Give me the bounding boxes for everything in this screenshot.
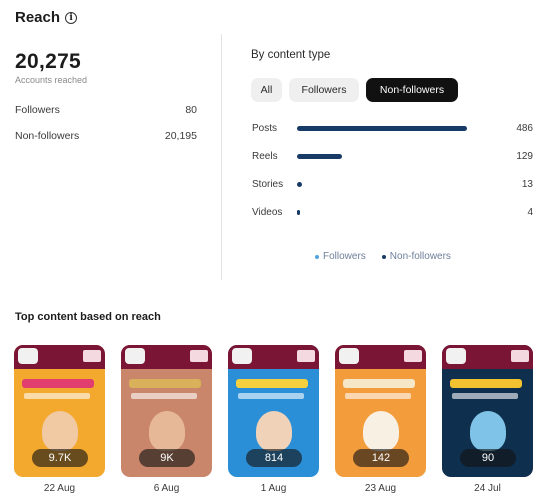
content-date: 22 Aug <box>43 483 76 494</box>
bar-fill-posts <box>297 126 467 131</box>
bar-row-posts: Posts 486 <box>251 122 533 150</box>
followers-row: Followers 80 <box>15 104 197 116</box>
brand-logo-icon <box>18 348 38 364</box>
partner-logo-icon <box>190 350 208 362</box>
thumb-person-image <box>470 411 506 451</box>
bar-label: Posts <box>252 123 278 134</box>
content-item[interactable]: 90 24 Jul <box>442 345 533 494</box>
content-type-panel: By content type All Followers Non-follow… <box>251 49 533 262</box>
reach-badge: 142 <box>353 449 409 467</box>
followers-value: 80 <box>185 104 197 116</box>
thumb-headline-block <box>343 379 415 388</box>
followers-label: Followers <box>15 104 60 116</box>
thumb-person-image <box>149 411 185 451</box>
partner-logo-icon <box>404 350 422 362</box>
top-content-title: Top content based on reach <box>15 311 161 323</box>
reach-badge: 814 <box>246 449 302 467</box>
thumb-text-block <box>238 393 304 399</box>
brand-logo-icon <box>125 348 145 364</box>
bar-label: Videos <box>252 207 283 218</box>
info-icon[interactable]: i <box>65 11 78 24</box>
content-item[interactable]: 814 1 Aug <box>228 345 319 494</box>
legend-followers: Followers <box>315 251 366 262</box>
thumb-person-image <box>363 411 399 451</box>
non-followers-value: 20,195 <box>164 130 197 142</box>
reach-badge: 9K <box>139 449 195 467</box>
thumb-headline-block <box>450 379 522 388</box>
bar-value: 486 <box>516 123 533 134</box>
content-item[interactable]: 142 23 Aug <box>335 345 426 494</box>
content-thumbnail[interactable]: 9.7K <box>14 345 105 477</box>
content-type-bars: Posts 486 Reels 129 Stories 13 Videos 4 <box>251 122 533 234</box>
filter-non-followers-chip[interactable]: Non-followers <box>366 78 458 102</box>
bar-track <box>297 154 467 159</box>
top-content-list: 9.7K 22 Aug 9K 6 Aug 814 1 Aug 142 23 Au… <box>14 345 533 494</box>
partner-logo-icon <box>83 350 101 362</box>
thumb-headline-block <box>22 379 94 388</box>
partner-logo-icon <box>511 350 529 362</box>
partner-logo-icon <box>297 350 315 362</box>
content-thumbnail[interactable]: 142 <box>335 345 426 477</box>
content-item[interactable]: 9K 6 Aug <box>121 345 212 494</box>
column-divider <box>221 34 222 280</box>
filter-all-chip[interactable]: All <box>251 78 282 102</box>
content-date: 24 Jul <box>474 483 501 494</box>
page-title: Reach <box>15 9 61 26</box>
bar-value: 13 <box>521 179 533 190</box>
thumb-headline-block <box>129 379 201 388</box>
content-date: 23 Aug <box>364 483 397 494</box>
content-date: 1 Aug <box>260 483 287 494</box>
non-followers-row: Non-followers 20,195 <box>15 130 197 142</box>
thumb-text-block <box>24 393 90 399</box>
bar-label: Stories <box>252 179 284 190</box>
legend-non-followers: Non-followers <box>381 251 451 262</box>
thumb-text-block <box>452 393 518 399</box>
bar-fill-videos <box>297 210 300 215</box>
reach-header: Reach i <box>15 9 78 26</box>
content-thumbnail[interactable]: 814 <box>228 345 319 477</box>
filter-chips: All Followers Non-followers <box>251 78 533 102</box>
total-accounts-reached: 20,275 <box>15 50 82 73</box>
legend-label: Non-followers <box>389 251 451 262</box>
total-label: Accounts reached <box>15 75 88 85</box>
brand-logo-icon <box>339 348 359 364</box>
reach-badge: 9.7K <box>32 449 88 467</box>
bar-value: 129 <box>516 151 533 162</box>
bar-fill-stories <box>297 182 302 187</box>
thumb-person-image <box>42 411 78 451</box>
filter-followers-chip[interactable]: Followers <box>289 78 359 102</box>
bar-fill-reels <box>297 154 343 159</box>
bar-track <box>297 126 467 131</box>
bar-row-reels: Reels 129 <box>251 150 533 178</box>
content-thumbnail[interactable]: 9K <box>121 345 212 477</box>
bar-track <box>297 210 467 215</box>
content-type-title: By content type <box>251 49 331 61</box>
bar-track <box>297 182 467 187</box>
bar-row-stories: Stories 13 <box>251 178 533 206</box>
thumb-headline-block <box>236 379 308 388</box>
content-item[interactable]: 9.7K 22 Aug <box>14 345 105 494</box>
bar-row-videos: Videos 4 <box>251 206 533 234</box>
content-thumbnail[interactable]: 90 <box>442 345 533 477</box>
bar-label: Reels <box>252 151 278 162</box>
legend-label: Followers <box>323 251 366 262</box>
bar-value: 4 <box>527 207 533 218</box>
reach-badge: 90 <box>460 449 516 467</box>
thumb-person-image <box>256 411 292 451</box>
content-date: 6 Aug <box>153 483 180 494</box>
brand-logo-icon <box>232 348 252 364</box>
thumb-text-block <box>131 393 197 399</box>
brand-logo-icon <box>446 348 466 364</box>
legend-dot <box>315 254 319 259</box>
non-followers-label: Non-followers <box>15 130 80 142</box>
thumb-text-block <box>345 393 411 399</box>
legend-dot <box>381 254 386 259</box>
reach-summary: 20,275 Accounts reached Followers 80 Non… <box>15 50 197 142</box>
chart-legend: Followers Non-followers <box>315 251 451 262</box>
